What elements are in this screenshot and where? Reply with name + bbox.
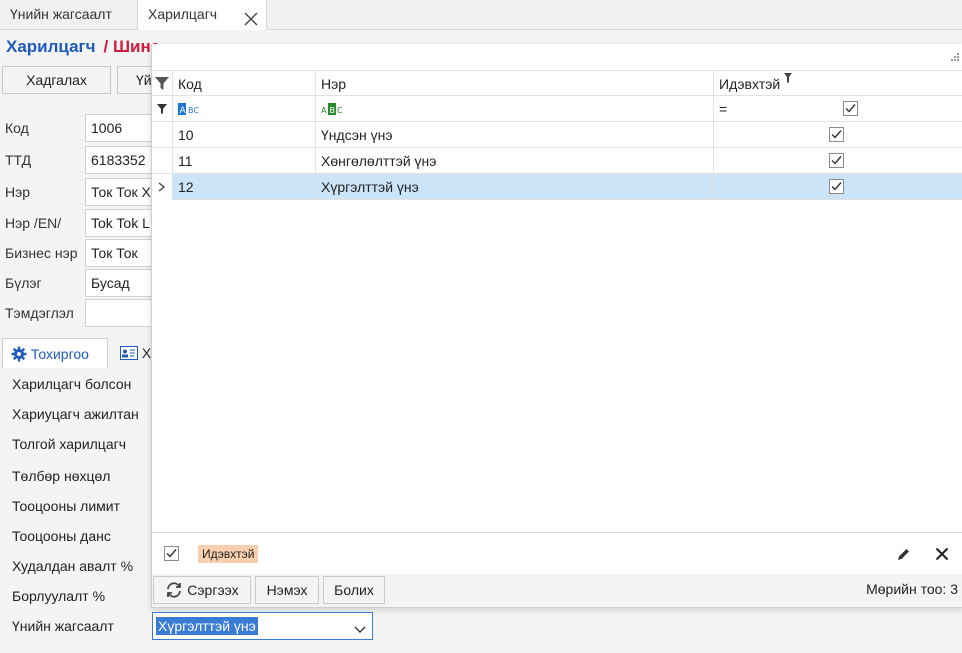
add-button[interactable]: Нэмэх [255,576,319,604]
settings-item: Төлбөр нөхцөл [12,468,111,484]
column-header-active[interactable]: Идэвхтэй [713,71,962,97]
contact-card-icon [120,346,138,360]
text-filter-icon: ABC [178,103,199,116]
filter-panel: Идэвхтэй [152,532,962,575]
refresh-button[interactable]: Сэргээх [153,576,251,604]
active-filter-cell[interactable]: = [713,96,962,122]
svg-text:A: A [180,106,187,115]
filter-enable-checkbox[interactable] [164,546,179,561]
tab-settings[interactable]: Тохиргоо [2,338,108,368]
name-en-label: Нэр /EN/ [5,215,62,231]
cell-code: 12 [172,174,315,200]
chevron-down-icon[interactable] [354,621,366,637]
text-filter-icon: ABC [321,103,343,115]
save-button[interactable]: Хадгалах [2,66,111,94]
settings-item: Хариуцагч ажилтан [12,406,139,422]
svg-text:C: C [337,106,343,115]
svg-text:A: A [321,106,327,115]
cell-active [713,122,962,148]
row-indicator [152,174,172,200]
tab-customer-label: Харилцагч [148,6,218,22]
cell-name: Хөнгөлөлттэй үнэ [315,148,713,174]
cell-code: 10 [172,122,315,148]
tab-price-list[interactable]: Үнийн жагсаалт [0,0,137,29]
tab-contact-label: Х [141,345,152,361]
breadcrumb: Харилцагч / Шинэ [6,37,160,57]
grid-filter-row: A BC ABC = [152,96,962,122]
filter-tag[interactable]: Идэвхтэй [198,545,259,563]
cell-name: Үндсэн үнэ [315,122,713,148]
clear-filter-icon[interactable] [935,547,949,564]
settings-item: Толгой харилцагч [12,436,127,452]
filter-operator[interactable]: = [719,101,727,117]
business-name-label: Бизнес нэр [5,245,78,261]
column-header-name[interactable]: Нэр [315,71,713,97]
popup-button-bar: Сэргээх Нэмэх Болих Мөрийн тоо: 3 [152,574,962,607]
cell-name: Хүргэлттэй үнэ [315,174,713,200]
settings-item: Тооцооны лимит [12,498,120,514]
table-row[interactable]: 10 Үндсэн үнэ [152,122,962,148]
grid-header: Код Нэр Идэвхтэй [152,70,962,97]
tab-customer[interactable]: Харилцагч [137,0,267,30]
svg-text:B: B [330,106,336,115]
cell-active [713,174,962,200]
settings-item: Харилцагч болсон [12,376,132,392]
breadcrumb-section[interactable]: Харилцагч [6,37,96,56]
name-label: Нэр [5,184,31,200]
close-icon[interactable] [244,7,258,26]
table-row[interactable]: 11 Хөнгөлөлттэй үнэ [152,148,962,174]
cell-code: 11 [172,148,315,174]
column-header-active-label: Идэвхтэй [719,76,781,92]
refresh-label: Сэргээх [187,582,239,598]
group-label: Бүлэг [5,275,42,291]
code-filter-cell[interactable]: A BC [172,96,315,122]
cell-active [713,148,962,174]
active-filter-checkbox[interactable] [843,101,858,116]
active-checkbox[interactable] [829,127,844,142]
settings-item: Үнийн жагсаалт [12,618,114,634]
column-filter-icon[interactable] [784,73,793,83]
name-filter-cell[interactable]: ABC [315,96,713,122]
price-list-combo-value: Хүргэлттэй үнэ [156,617,258,635]
column-header-code[interactable]: Код [172,71,315,97]
svg-text:BC: BC [188,106,199,115]
refresh-icon [167,582,182,598]
gear-icon [11,346,27,362]
active-checkbox[interactable] [829,179,844,194]
code-label: Код [5,120,29,136]
table-row-selected[interactable]: 12 Хүргэлттэй үнэ [152,174,962,200]
active-checkbox[interactable] [829,153,844,168]
settings-item: Тооцооны данс [12,528,111,544]
row-indicator [152,122,172,148]
settings-item: Борлуулалт % [12,588,106,604]
resize-grip-icon[interactable] [951,48,959,64]
tab-contact[interactable]: Х [120,338,151,368]
filter-row-icon [152,96,172,122]
price-list-combo[interactable]: Хүргэлттэй үнэ [152,612,373,640]
chevron-right-icon [158,182,166,192]
cancel-button[interactable]: Болих [323,576,385,604]
filter-icon[interactable] [152,71,172,97]
tab-settings-label: Тохиргоо [30,346,89,362]
edit-filter-icon[interactable] [896,547,911,565]
row-count: Мөрийн тоо: 3 [866,581,958,597]
ttd-label: ТТД [5,152,32,168]
note-label: Тэмдэглэл [5,305,74,321]
settings-item: Худалдан авалт % [12,558,134,574]
price-list-dropdown-popup: Код Нэр Идэвхтэй A BC ABC = 10 Үндсэн үн… [151,44,962,608]
row-indicator [152,148,172,174]
